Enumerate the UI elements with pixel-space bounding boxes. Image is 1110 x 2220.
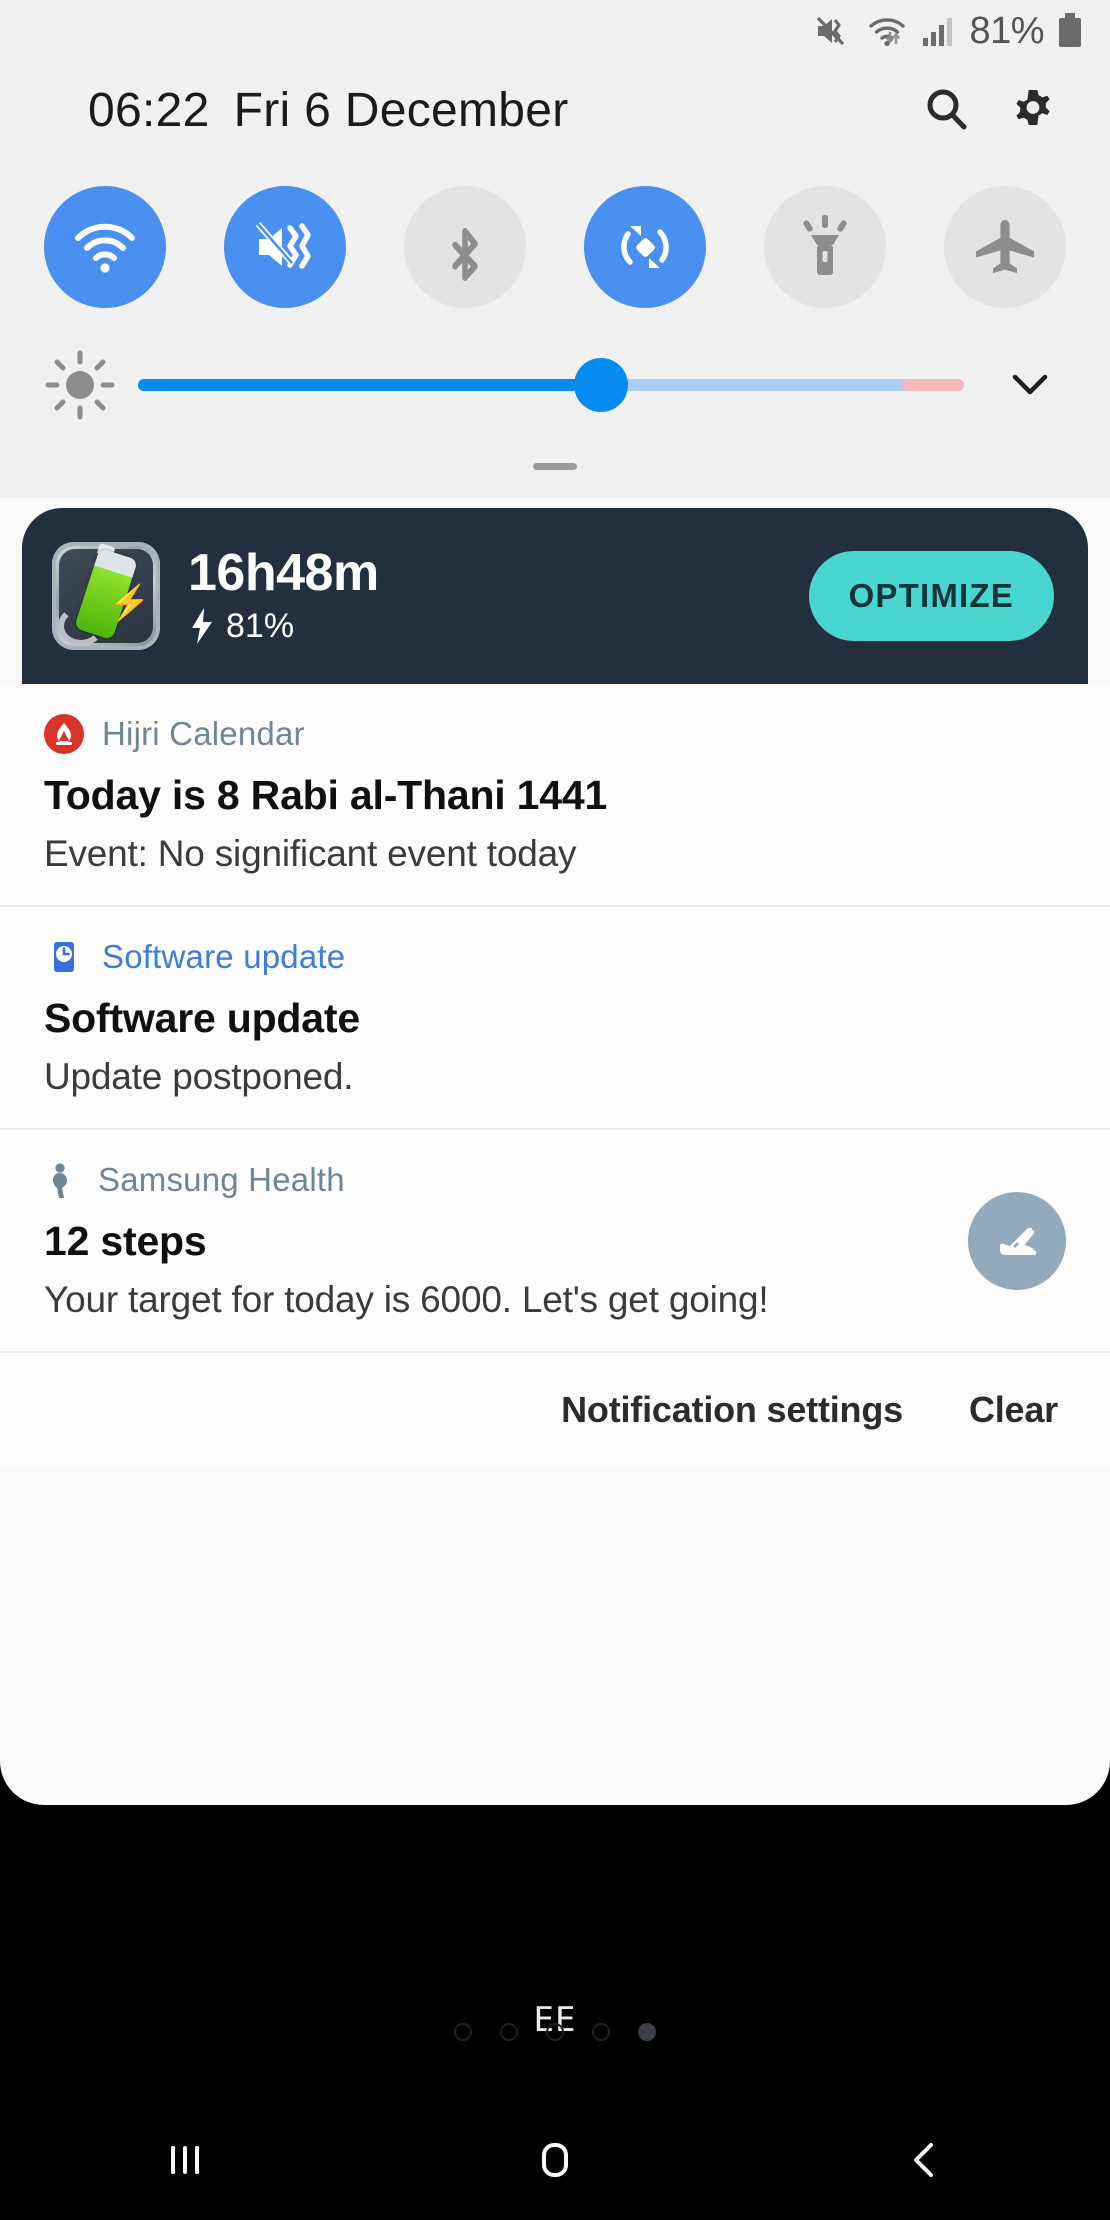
walking-person-icon bbox=[53, 1163, 67, 1198]
quick-settings-header: 06:22 Fri 6 December bbox=[0, 62, 1110, 158]
home-page-indicator bbox=[0, 2012, 1110, 2052]
notification-title: Today is 8 Rabi al-Thani 1441 bbox=[44, 772, 608, 818]
home-button[interactable] bbox=[495, 2100, 615, 2220]
quick-settings-panel: 81% 06:22 Fri 6 December bbox=[0, 0, 1110, 498]
optimize-button[interactable]: OPTIMIZE bbox=[808, 551, 1054, 641]
slider-thumb[interactable] bbox=[573, 358, 628, 412]
page-dot[interactable] bbox=[454, 2023, 472, 2041]
mute-vibrate-icon bbox=[255, 222, 311, 269]
toggle-airplane-mode[interactable] bbox=[944, 186, 1066, 308]
notification-title: Software update bbox=[44, 995, 360, 1041]
search-button[interactable] bbox=[904, 67, 990, 153]
phone-clock-icon bbox=[54, 942, 74, 972]
bluetooth-icon bbox=[452, 227, 478, 281]
page-dot[interactable] bbox=[592, 2023, 610, 2041]
battery-optimizer-icon: ⚡ bbox=[52, 542, 160, 650]
back-button[interactable] bbox=[865, 2100, 985, 2220]
auto-rotate-icon bbox=[621, 226, 669, 268]
shade-drag-handle-row[interactable] bbox=[0, 434, 1110, 498]
navigation-bar bbox=[0, 2100, 1110, 2220]
page-dot[interactable] bbox=[500, 2023, 518, 2041]
signal-bars-icon bbox=[923, 18, 953, 46]
wifi-icon bbox=[869, 18, 906, 47]
clear-all-button[interactable]: Clear bbox=[969, 1389, 1058, 1431]
quick-settings-toggles bbox=[0, 158, 1110, 314]
notification-body: Update postponed. bbox=[44, 1056, 354, 1097]
toggle-bluetooth[interactable] bbox=[404, 186, 526, 308]
notification-samsung-health[interactable]: Samsung Health 12 steps Your target for … bbox=[0, 1128, 1110, 1351]
notification-shade: 81% 06:22 Fri 6 December ⚡ 16h48m 81% OP… bbox=[0, 0, 1110, 1805]
notification-settings-button[interactable]: Notification settings bbox=[561, 1389, 903, 1431]
notification-app-row: Hijri Calendar bbox=[44, 714, 1066, 754]
home-icon bbox=[542, 2143, 568, 2177]
notification-hijri-calendar[interactable]: Hijri Calendar Today is 8 Rabi al-Thani … bbox=[0, 684, 1110, 905]
notification-app-name: Hijri Calendar bbox=[102, 715, 305, 752]
back-icon bbox=[914, 2143, 933, 2177]
notification-title: 12 steps bbox=[44, 1218, 207, 1264]
status-bar: 81% bbox=[0, 0, 1110, 62]
running-shoe-icon bbox=[1000, 1227, 1037, 1255]
notification-footer: Notification settings Clear bbox=[0, 1351, 1110, 1467]
lightning-bolt-icon bbox=[192, 608, 212, 645]
notification-action-button[interactable] bbox=[968, 1191, 1066, 1290]
settings-button[interactable] bbox=[990, 67, 1076, 153]
notification-app-row: Samsung Health bbox=[44, 1160, 1066, 1200]
brightness-expand-button[interactable] bbox=[986, 341, 1074, 429]
slider-fill bbox=[138, 379, 601, 391]
notification-body: Your target for today is 6000. Let's get… bbox=[44, 1279, 769, 1320]
page-dot-active[interactable] bbox=[638, 2023, 656, 2041]
battery-time-remaining: 16h48m bbox=[188, 543, 379, 602]
toggle-sound-mode[interactable] bbox=[224, 186, 346, 308]
recents-button[interactable] bbox=[125, 2100, 245, 2220]
mosque-dome-icon bbox=[44, 714, 84, 754]
battery-charge-percent: 81% bbox=[226, 606, 295, 645]
notification-app-name: Software update bbox=[102, 938, 346, 975]
status-battery-percent: 81% bbox=[969, 9, 1044, 52]
battery-full-icon bbox=[1059, 13, 1081, 47]
wifi-icon bbox=[75, 223, 135, 273]
gear-icon bbox=[1016, 90, 1050, 125]
recents-icon bbox=[171, 2146, 199, 2174]
battery-card-texts: 16h48m 81% bbox=[188, 546, 809, 647]
toggle-wifi[interactable] bbox=[44, 186, 166, 308]
slider-warning-zone bbox=[902, 379, 964, 391]
notification-list: Hijri Calendar Today is 8 Rabi al-Thani … bbox=[0, 684, 1110, 1351]
toggle-auto-rotate[interactable] bbox=[584, 186, 706, 308]
date-label: Fri 6 December bbox=[233, 83, 569, 137]
battery-charge-row: 81% bbox=[188, 606, 809, 646]
battery-optimizer-card[interactable]: ⚡ 16h48m 81% OPTIMIZE bbox=[22, 508, 1088, 684]
airplane-icon bbox=[976, 220, 1034, 273]
brightness-row bbox=[0, 314, 1110, 434]
notification-app-row: Software update bbox=[44, 937, 1066, 977]
notification-body: Event: No significant event today bbox=[44, 833, 577, 874]
mute-vibrate-icon bbox=[817, 16, 845, 46]
toggle-flashlight[interactable] bbox=[764, 186, 886, 308]
chevron-down-icon bbox=[1012, 374, 1048, 395]
notification-app-name: Samsung Health bbox=[98, 1161, 345, 1198]
flashlight-icon bbox=[803, 215, 847, 275]
brightness-sun-icon bbox=[44, 349, 116, 421]
notification-software-update[interactable]: Software update Software update Update p… bbox=[0, 905, 1110, 1128]
clock-and-date[interactable]: 06:22 Fri 6 December bbox=[88, 83, 569, 138]
search-icon bbox=[927, 89, 967, 130]
page-dot[interactable] bbox=[546, 2023, 564, 2041]
brightness-slider[interactable] bbox=[138, 355, 964, 415]
clock-time: 06:22 bbox=[88, 83, 210, 137]
drag-handle[interactable] bbox=[533, 462, 577, 470]
